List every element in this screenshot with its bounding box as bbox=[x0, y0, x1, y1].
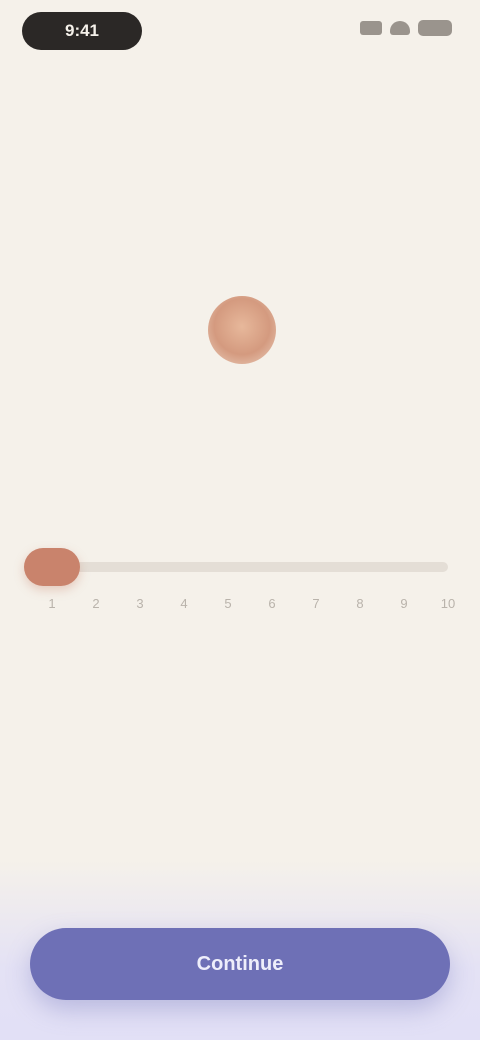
mood-face-icon bbox=[208, 296, 276, 364]
signal-icon bbox=[360, 21, 382, 35]
screen: 9:41 1 2 3 4 5 6 7 8 9 10 Continue bbox=[0, 0, 480, 1040]
slider-tick-label: 2 bbox=[92, 596, 100, 611]
slider-tick-label: 8 bbox=[356, 596, 364, 611]
header bbox=[88, 88, 420, 148]
slider-tick-label: 4 bbox=[180, 596, 188, 611]
status-icons bbox=[360, 20, 452, 36]
slider-tick-label: 3 bbox=[136, 596, 144, 611]
status-time: 9:41 bbox=[22, 12, 142, 50]
slider-tick-labels: 1 2 3 4 5 6 7 8 9 10 bbox=[48, 596, 455, 616]
slider-track[interactable] bbox=[52, 562, 448, 572]
slider-tick-label: 1 bbox=[48, 596, 56, 611]
continue-button[interactable]: Continue bbox=[30, 928, 450, 1000]
status-bar: 9:41 bbox=[0, 0, 480, 64]
battery-icon bbox=[418, 20, 452, 36]
slider-tick-label: 9 bbox=[400, 596, 408, 611]
slider-tick-label: 5 bbox=[224, 596, 232, 611]
slider-thumb[interactable] bbox=[24, 548, 80, 586]
slider-tick-label: 6 bbox=[268, 596, 276, 611]
slider-tick-label: 7 bbox=[312, 596, 320, 611]
slider-tick-label: 10 bbox=[440, 596, 456, 611]
rating-slider[interactable]: 1 2 3 4 5 6 7 8 9 10 bbox=[24, 540, 456, 630]
wifi-icon bbox=[390, 21, 410, 35]
